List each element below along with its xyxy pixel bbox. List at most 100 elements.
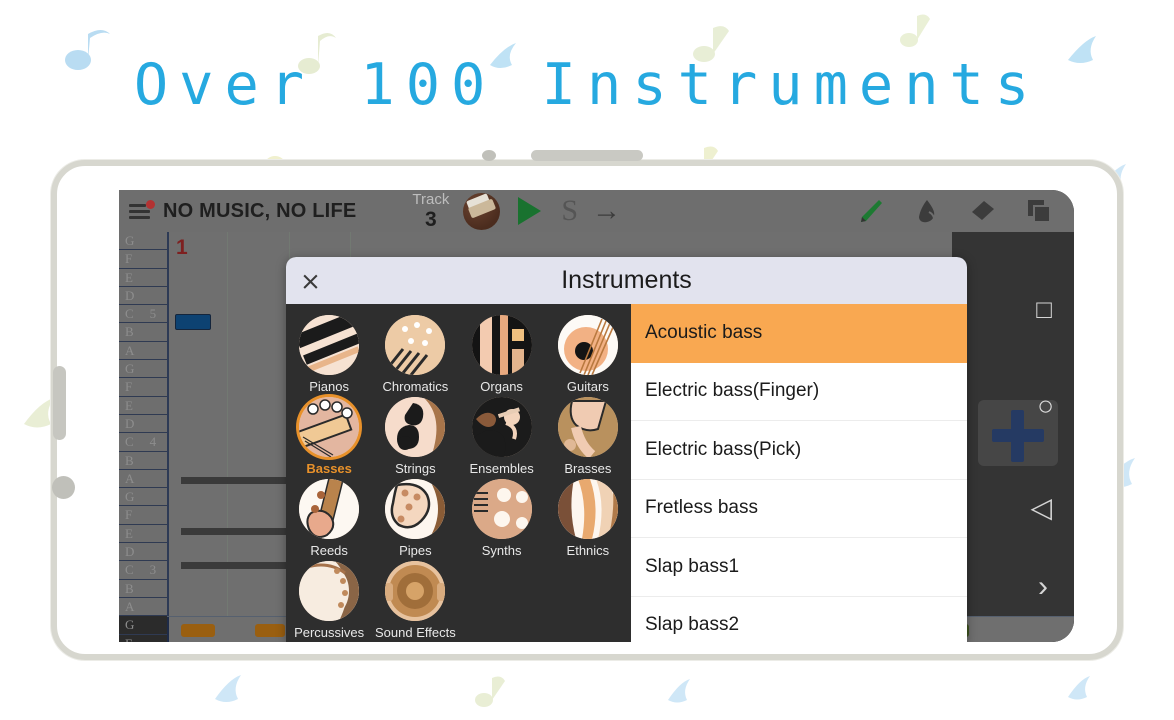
piano-key-row[interactable]: C5	[119, 305, 167, 324]
piano-key-note: G	[125, 617, 135, 633]
add-plus-icon[interactable]	[978, 400, 1058, 466]
chevron-right-icon[interactable]: ›	[1038, 572, 1048, 602]
piano-key-row[interactable]: G	[119, 232, 167, 251]
piano-key-row[interactable]: G	[119, 616, 167, 635]
category-thumbnail-icon	[299, 397, 360, 457]
category-item-sound-effects[interactable]: Sound Effects	[372, 558, 458, 640]
power-button[interactable]	[52, 476, 75, 499]
tool-group	[858, 198, 1074, 224]
category-item-guitars[interactable]: Guitars	[545, 312, 631, 394]
piano-key-row[interactable]: A	[119, 598, 167, 617]
instrument-label: Slap bass1	[645, 555, 740, 577]
piano-key-row[interactable]: B	[119, 580, 167, 598]
category-thumbnail-icon	[557, 479, 618, 539]
piano-key-row[interactable]: F	[119, 250, 167, 269]
category-item-pianos[interactable]: Pianos	[286, 312, 372, 394]
phone-speaker	[531, 150, 643, 161]
piano-key-row[interactable]: E	[119, 269, 167, 287]
bass-guitar-icon[interactable]	[463, 192, 501, 230]
category-item-ensembles[interactable]: Ensembles	[459, 394, 545, 476]
pencil-icon[interactable]	[858, 198, 884, 224]
instrument-list-item[interactable]: Slap bass2	[631, 597, 967, 643]
instruments-dialog: × Instruments Pianos Chromatics Organs Guit…	[286, 257, 967, 642]
instrument-list-item[interactable]: Electric bass(Pick)	[631, 421, 967, 480]
piano-key-row[interactable]: A	[119, 470, 167, 489]
page-title: Over 100 Instruments	[133, 52, 1041, 118]
piano-key-row[interactable]: C3	[119, 561, 167, 580]
solo-icon[interactable]: S	[561, 196, 578, 226]
track-indicator[interactable]: Track 3	[412, 192, 449, 230]
category-thumbnail-icon	[471, 397, 532, 457]
piano-key-octave: 5	[149, 306, 157, 322]
piano-key-row[interactable]: A	[119, 342, 167, 361]
piano-key-row[interactable]: C4	[119, 433, 167, 452]
category-label: Synths	[481, 543, 522, 558]
piano-key-note: E	[125, 397, 133, 413]
piano-key-row[interactable]: D	[119, 543, 167, 562]
piano-key-row[interactable]: F	[119, 378, 167, 397]
category-item-organs[interactable]: Organs	[459, 312, 545, 394]
piano-key-note: D	[125, 287, 135, 303]
dialog-header: × Instruments	[286, 257, 967, 304]
category-thumbnail-icon	[557, 397, 618, 457]
category-item-synths[interactable]: Synths	[459, 476, 545, 558]
piano-key-row[interactable]: B	[119, 452, 167, 470]
category-label: Organs	[480, 379, 523, 394]
arrow-right-icon[interactable]: →	[592, 196, 621, 226]
category-label: Ensembles	[469, 461, 534, 476]
piano-key-row[interactable]: B	[119, 323, 167, 342]
note-icon	[1068, 676, 1090, 700]
instrument-list-item[interactable]: Fretless bass	[631, 480, 967, 538]
piano-key-note: B	[125, 580, 134, 596]
instrument-list-item[interactable]: Acoustic bass	[631, 304, 967, 363]
phone-camera	[482, 150, 496, 161]
category-item-strings[interactable]: Strings	[372, 394, 458, 476]
stop-square-icon[interactable]: □	[1036, 296, 1052, 322]
dialog-title: Instruments	[561, 266, 692, 294]
piano-key-row[interactable]: G	[119, 488, 167, 507]
hamburger-menu-icon[interactable]	[123, 199, 157, 223]
piano-key-row[interactable]: F	[119, 506, 167, 525]
category-label: Sound Effects	[375, 625, 456, 640]
piano-key-row[interactable]: D	[119, 415, 167, 434]
category-item-brasses[interactable]: Brasses	[545, 394, 631, 476]
volume-button[interactable]	[53, 366, 66, 440]
piano-key-row[interactable]: F	[119, 635, 167, 642]
phone-screen: NO MUSIC, NO LIFE Track 3 S → G F E D C …	[119, 190, 1074, 642]
piano-key-row[interactable]: G	[119, 360, 167, 379]
category-item-percussives[interactable]: Percussives	[286, 558, 372, 640]
piano-key-row[interactable]: D	[119, 287, 167, 306]
category-item-basses[interactable]: Basses	[286, 394, 372, 476]
piano-key-note: C	[125, 306, 134, 322]
piano-key-octave: 4	[149, 434, 157, 450]
close-icon[interactable]: ×	[300, 268, 321, 293]
category-thumbnail-icon	[299, 315, 360, 375]
instrument-list-item[interactable]: Slap bass1	[631, 538, 967, 597]
category-label: Percussives	[294, 625, 365, 640]
piano-key-note: D	[125, 544, 135, 560]
instrument-list: Acoustic bass Electric bass(Finger) Electr…	[631, 304, 967, 642]
song-title: NO MUSIC, NO LIFE	[163, 199, 357, 222]
piano-key-note: F	[125, 379, 133, 395]
piano-key-note: B	[125, 452, 134, 468]
piano-key-note: D	[125, 415, 135, 431]
piano-key-labels[interactable]: GFEDC5BAGFEDC4BAGFEDC3BAGFE	[119, 232, 167, 642]
play-icon[interactable]	[518, 197, 542, 225]
measure-number-start: 1	[176, 236, 188, 259]
copy-icon[interactable]	[1026, 198, 1052, 224]
category-thumbnail-icon	[385, 315, 446, 375]
back-triangle-icon[interactable]: ◁	[1030, 494, 1052, 522]
category-item-chromatics[interactable]: Chromatics	[372, 312, 458, 394]
category-item-pipes[interactable]: Pipes	[372, 476, 458, 558]
category-item-reeds[interactable]: Reeds	[286, 476, 372, 558]
piano-key-row[interactable]: E	[119, 397, 167, 415]
hand-icon[interactable]	[914, 198, 940, 224]
instrument-label: Fretless bass	[645, 497, 758, 519]
piano-key-note: A	[125, 598, 135, 614]
category-label: Basses	[306, 461, 352, 476]
instrument-list-item[interactable]: Electric bass(Finger)	[631, 363, 967, 421]
piano-key-row[interactable]: E	[119, 525, 167, 544]
category-item-ethnics[interactable]: Ethnics	[545, 476, 631, 558]
eraser-icon[interactable]	[970, 198, 996, 224]
note-block[interactable]	[175, 314, 211, 330]
